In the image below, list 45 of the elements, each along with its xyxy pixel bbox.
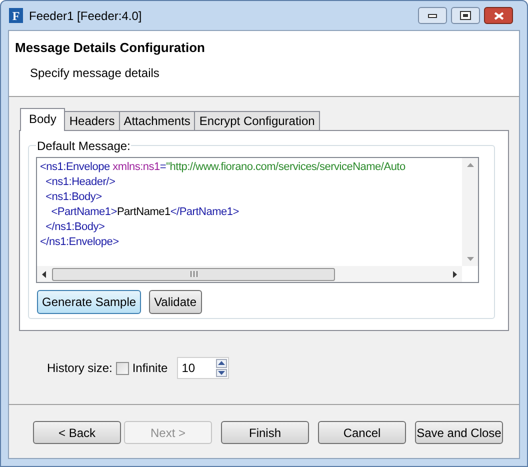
tab[interactable]: Attachments — [118, 111, 196, 131]
scroll-down-icon — [466, 257, 474, 261]
wizard-button[interactable]: Cancel — [318, 421, 406, 444]
increment-button[interactable] — [216, 359, 227, 368]
code-line: <ns1:Header/> — [44, 175, 116, 190]
message-editor[interactable]: <ns1:Envelope xmlns:ns1="http://www.fiorano.com/services/serviceName/Auto <ns1:Header/> <ns1:Body> <PartName1>PartName1</PartName1> </ns1:Body> </ns1:Envelope> — [36, 157, 479, 283]
dialog-button[interactable]: Validate — [149, 290, 202, 314]
grip-icon — [190, 271, 198, 277]
scroll-left-icon — [42, 270, 46, 278]
code-line: </ns1:Body> — [44, 220, 105, 235]
vertical-scrollbar[interactable] — [462, 158, 478, 266]
history-size-spinner[interactable]: 10 — [176, 357, 229, 379]
infinite-checkbox[interactable] — [116, 362, 130, 374]
wizard-button[interactable]: Save and Close — [415, 421, 503, 444]
maximize-button[interactable] — [451, 7, 480, 24]
history-size-label: History size: — [47, 360, 112, 377]
minimize-button[interactable] — [418, 7, 447, 24]
close-button[interactable] — [484, 7, 513, 24]
scroll-up-icon — [466, 163, 474, 167]
spinner-value: 10 — [180, 360, 196, 377]
down-arrow-icon — [218, 370, 225, 375]
code-line: </ns1:Envelope> — [40, 235, 119, 250]
horizontal-scrollbar[interactable] — [37, 266, 462, 282]
page-title: Message Details Configuration — [15, 39, 206, 57]
wizard-button[interactable]: < Back — [33, 421, 121, 444]
page-subtitle: Specify message details — [30, 64, 160, 82]
tab[interactable]: Body — [20, 108, 66, 131]
window-title: Feeder1 [Feeder:4.0] — [29, 8, 142, 24]
code-line: <PartName1>PartName1</PartName1> — [50, 205, 239, 220]
code-line: <ns1:Envelope xmlns:ns1="http://www.fiorano.com/services/serviceName/Auto — [40, 160, 406, 175]
up-arrow-icon — [218, 361, 225, 366]
decrement-button[interactable] — [216, 368, 227, 377]
tab[interactable]: Headers — [64, 111, 120, 131]
wizard-button[interactable]: Finish — [221, 421, 309, 444]
scrollbar-thumb[interactable] — [52, 268, 335, 280]
restore-icon — [460, 11, 471, 20]
infinite-label[interactable]: Infinite — [132, 359, 168, 377]
group-label: Default Message: — [36, 139, 132, 153]
tab[interactable]: Encrypt Configuration — [194, 111, 320, 131]
code-line: <ns1:Body> — [44, 190, 102, 205]
minimize-icon — [428, 14, 437, 18]
dialog-button[interactable]: Generate Sample — [37, 290, 142, 314]
scroll-right-icon — [453, 270, 457, 278]
app-icon: F — [9, 8, 23, 23]
close-icon — [494, 12, 504, 20]
